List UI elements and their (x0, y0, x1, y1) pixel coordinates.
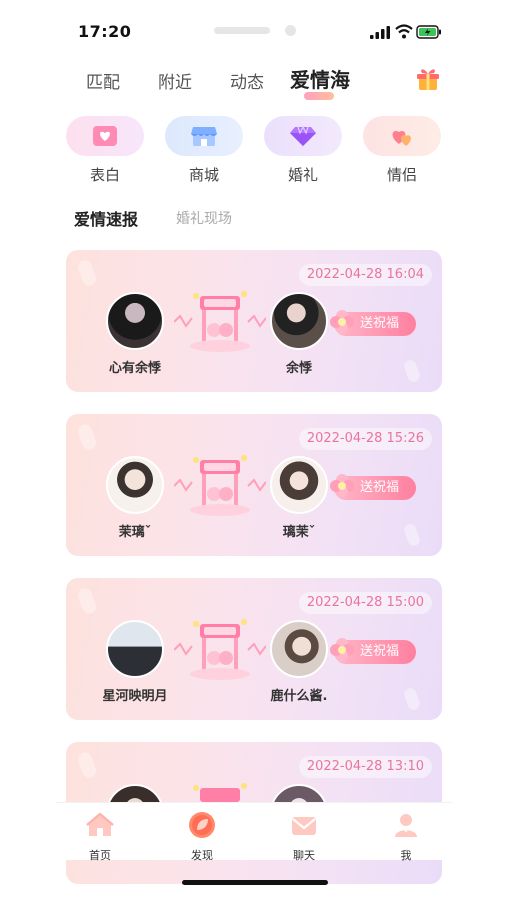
nav-chat-label: 聊天 (293, 849, 315, 862)
gift-icon[interactable] (416, 66, 440, 92)
nav-chat[interactable]: 聊天 (274, 811, 334, 863)
send-blessing-label: 送祝福 (360, 644, 400, 659)
love-news-card[interactable]: 2022-04-28 16:04 送祝福 心有余悸 余悸 (66, 250, 442, 392)
tab-nearby[interactable]: 附近 (158, 68, 192, 93)
wedding-stage-illustration (174, 455, 266, 516)
home-indicator (182, 880, 328, 885)
wedding-stage-illustration (174, 291, 266, 352)
right-user-name: 鹿什么酱. (270, 689, 328, 704)
nav-discover[interactable]: 发现 (172, 811, 232, 863)
subtab-wedding-scene[interactable]: 婚礼现场 (176, 208, 232, 228)
avatar-left[interactable] (106, 620, 164, 678)
tab-love-sea[interactable]: 爱情海 (290, 64, 350, 100)
card-timestamp: 2022-04-28 13:10 (298, 756, 432, 778)
nav-discover-label: 发现 (191, 849, 213, 862)
status-time: 17:20 (78, 22, 132, 41)
tab-match[interactable]: 匹配 (86, 68, 120, 93)
left-user-name: 星河映明月 (102, 689, 168, 704)
card-decoration (75, 586, 99, 616)
wifi-icon (395, 24, 413, 39)
store-icon (191, 127, 217, 146)
category-couple-pill (363, 116, 441, 156)
category-confess-pill (66, 116, 144, 156)
avatar-right[interactable] (270, 620, 328, 678)
battery-icon (416, 25, 441, 39)
diamond-icon (290, 125, 316, 146)
avatar-left[interactable] (106, 456, 164, 514)
wedding-stage-illustration (174, 619, 266, 680)
tab-love-sea-label: 爱情海 (290, 68, 350, 92)
home-icon (86, 812, 114, 836)
category-wedding[interactable]: 婚礼 (264, 116, 342, 188)
profile-icon (395, 814, 417, 837)
flower-icon (330, 638, 354, 662)
avatar-left[interactable] (106, 292, 164, 350)
card-decoration (75, 258, 99, 288)
subtab-love-news[interactable]: 爱情速报 (74, 206, 138, 230)
category-couple-label: 情侣 (386, 166, 417, 184)
category-store-label: 商城 (188, 166, 219, 184)
category-couple[interactable]: 情侣 (363, 116, 441, 188)
send-blessing-button[interactable]: 送祝福 (330, 638, 416, 664)
right-user-name: 璃茉ˇ (282, 525, 316, 540)
card-decoration (402, 522, 422, 548)
nav-profile[interactable]: 我 (376, 811, 436, 863)
category-wedding-pill (264, 116, 342, 156)
couple-hearts-icon (392, 131, 411, 146)
send-blessing-button[interactable]: 送祝福 (330, 310, 416, 336)
category-row: 表白 商城 婚礼 情侣 (56, 116, 452, 188)
card-decoration (75, 422, 99, 452)
heart-box-icon (93, 126, 117, 146)
send-blessing-button[interactable]: 送祝福 (330, 474, 416, 500)
card-decoration (75, 750, 99, 780)
nav-home[interactable]: 首页 (70, 811, 130, 863)
flower-icon (330, 310, 354, 334)
category-confess[interactable]: 表白 (66, 116, 144, 188)
mail-icon (292, 817, 316, 835)
app-screen: 17:20 匹配 附近 动态 爱情海 表白 商城 婚礼 情侣 爱情速报 婚礼现场… (56, 0, 452, 900)
nav-profile-label: 我 (400, 849, 412, 862)
discover-icon (189, 812, 215, 838)
camera-notch (214, 27, 270, 34)
top-tab-bar: 匹配 附近 动态 爱情海 (56, 64, 452, 100)
active-tab-indicator (304, 92, 334, 100)
right-user-name: 余悸 (285, 361, 312, 376)
avatar-right[interactable] (270, 456, 328, 514)
category-store[interactable]: 商城 (165, 116, 243, 188)
category-store-pill (165, 116, 243, 156)
card-decoration (402, 686, 422, 712)
card-timestamp: 2022-04-28 15:00 (298, 592, 432, 614)
card-decoration (402, 358, 422, 384)
card-timestamp: 2022-04-28 16:04 (298, 264, 432, 286)
category-wedding-label: 婚礼 (287, 166, 318, 184)
left-user-name: 茉璃ˇ (118, 525, 152, 540)
signal-icon (370, 26, 390, 39)
camera-dot (285, 25, 296, 36)
card-timestamp: 2022-04-28 15:26 (298, 428, 432, 450)
love-news-card[interactable]: 2022-04-28 15:00 送祝福 星河映明月 鹿什么酱. (66, 578, 442, 720)
flower-icon (330, 474, 354, 498)
status-bar: 17:20 (56, 18, 452, 44)
send-blessing-label: 送祝福 (360, 316, 400, 331)
nav-home-label: 首页 (89, 849, 111, 862)
love-news-card[interactable]: 2022-04-28 15:26 送祝福 茉璃ˇ 璃茉ˇ (66, 414, 442, 556)
category-confess-label: 表白 (89, 166, 120, 184)
avatar-right[interactable] (270, 292, 328, 350)
tab-moments[interactable]: 动态 (230, 68, 264, 93)
bottom-navigation: 首页 发现 聊天 我 (56, 802, 452, 863)
send-blessing-label: 送祝福 (360, 480, 400, 495)
left-user-name: 心有余悸 (108, 361, 161, 376)
